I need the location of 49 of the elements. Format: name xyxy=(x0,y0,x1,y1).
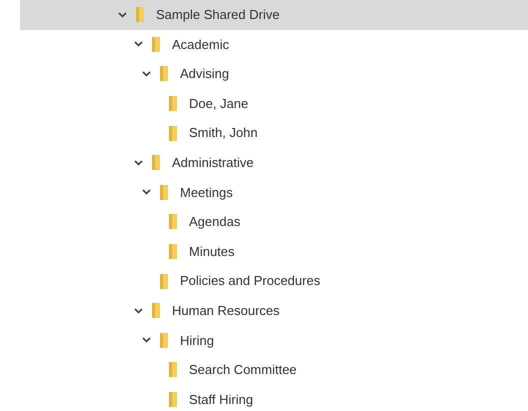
folder-label: Minutes xyxy=(189,242,235,261)
tree-row[interactable]: Human Resources xyxy=(20,296,528,326)
tree-row[interactable]: Doe, Jane xyxy=(20,88,528,118)
folder-label: Meetings xyxy=(180,184,233,202)
tree-row[interactable]: Agendas xyxy=(20,207,528,237)
folder-label: Hiring xyxy=(180,332,214,350)
folder-icon xyxy=(169,244,177,260)
tree-row[interactable]: Hiring xyxy=(20,326,528,356)
chevron-down-icon[interactable] xyxy=(142,70,150,77)
folder-label: Advising xyxy=(180,65,230,84)
folder-icon xyxy=(169,96,177,112)
tree-row[interactable]: Advising xyxy=(20,59,528,89)
folder-icon xyxy=(152,303,160,318)
folder-label: Smith, John xyxy=(189,124,258,142)
folder-label: Staff Hiring xyxy=(189,390,254,409)
chevron-down-icon[interactable] xyxy=(142,189,150,196)
chevron-down-icon[interactable] xyxy=(134,41,142,48)
folder-label: Human Resources xyxy=(172,302,280,320)
folder-label: Doe, Jane xyxy=(189,94,248,113)
tree-row[interactable]: Staff Hiring xyxy=(20,384,528,411)
folder-label: Academic xyxy=(172,36,230,54)
tree-row[interactable]: Administrative xyxy=(20,148,528,178)
folder-icon xyxy=(152,155,160,170)
chevron-down-icon[interactable] xyxy=(134,308,142,314)
folder-icon xyxy=(169,214,177,230)
chevron-down-icon[interactable] xyxy=(118,12,126,18)
tree-row[interactable]: Minutes xyxy=(20,236,528,266)
folder-icon xyxy=(160,66,168,82)
folder-icon xyxy=(169,362,177,378)
folder-icon xyxy=(160,274,168,289)
folder-icon xyxy=(169,392,177,408)
folder-icon xyxy=(160,184,168,200)
chevron-down-icon[interactable] xyxy=(142,337,150,344)
folder-label: Sample Shared Drive xyxy=(156,6,280,24)
folder-label: Agendas xyxy=(189,213,240,232)
folder-label: Policies and Procedures xyxy=(180,272,320,290)
tree-row[interactable]: Search Committee xyxy=(20,355,528,385)
tree-row[interactable]: Sample Shared Drive xyxy=(20,0,528,30)
folder-icon xyxy=(136,7,144,22)
tree-row[interactable]: Policies and Procedures xyxy=(20,266,528,296)
chevron-down-icon[interactable] xyxy=(134,160,142,166)
folder-icon xyxy=(169,126,177,141)
folder-label: Search Committee xyxy=(189,361,297,380)
tree-row[interactable]: Meetings xyxy=(20,178,528,208)
folder-label: Administrative xyxy=(172,154,254,172)
folder-icon xyxy=(160,332,168,348)
folder-icon xyxy=(152,36,160,52)
tree-row[interactable]: Academic xyxy=(20,30,528,60)
tree-row[interactable]: Smith, John xyxy=(20,118,528,148)
